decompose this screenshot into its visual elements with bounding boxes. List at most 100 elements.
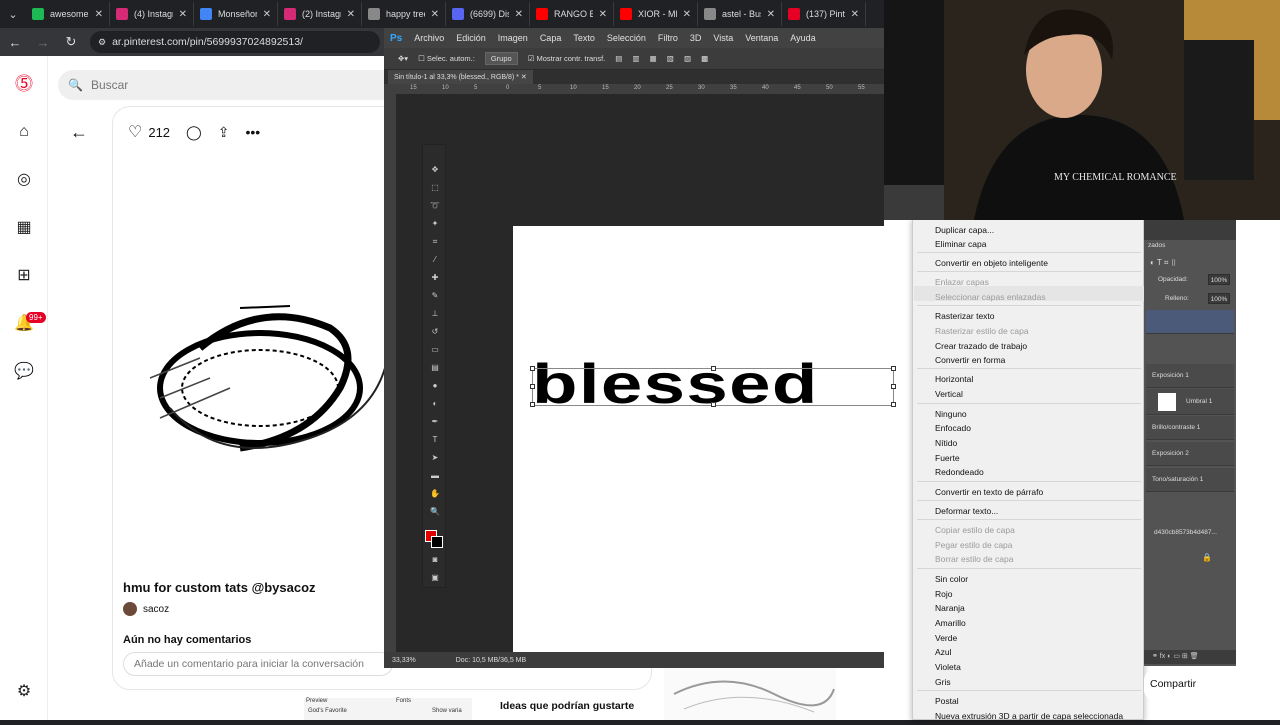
ps-menu-item[interactable]: Capa bbox=[540, 33, 562, 43]
browser-tab[interactable]: (6699) Disc ✕ bbox=[446, 2, 530, 26]
heart-icon[interactable]: ♡ bbox=[128, 122, 142, 142]
context-menu-item[interactable]: Amarillo bbox=[935, 618, 966, 628]
quick-mask-icon[interactable]: ◙ bbox=[429, 555, 441, 565]
context-menu-item[interactable]: Vertical bbox=[935, 389, 963, 399]
transform-box[interactable] bbox=[532, 368, 894, 406]
tab-close-icon[interactable]: ✕ bbox=[431, 9, 439, 20]
eyedropper-tool-icon[interactable]: ⁄ bbox=[429, 255, 441, 265]
filter-icons[interactable]: ◐ T ⌗ ▯ bbox=[1150, 258, 1177, 268]
context-menu-item[interactable]: Rasterizar texto bbox=[935, 311, 995, 321]
crop-tool-icon[interactable]: ⌗ bbox=[429, 237, 441, 247]
pin-author[interactable]: sacoz bbox=[123, 602, 169, 616]
auto-select-checkbox[interactable]: ☐ Selec. autom.: bbox=[418, 54, 475, 63]
context-menu-item[interactable]: Naranja bbox=[935, 603, 965, 613]
create-icon[interactable]: ⊞ bbox=[14, 266, 34, 286]
boards-icon[interactable]: ▦ bbox=[14, 218, 34, 238]
related-pin-preview[interactable]: Preview Fonts God's Favorite Show varia bbox=[304, 698, 472, 720]
tab-close-icon[interactable]: ✕ bbox=[347, 9, 355, 20]
ps-menu-item[interactable]: Imagen bbox=[498, 33, 528, 43]
comment-icon[interactable]: ◯ bbox=[186, 124, 202, 141]
address-bar[interactable]: ⚙ ar.pinterest.com/pin/5699937024892513/ bbox=[90, 31, 380, 53]
zoom-tool-icon[interactable]: 🔍 bbox=[429, 507, 441, 517]
context-menu-item[interactable]: Gris bbox=[935, 677, 951, 687]
tab-close-icon[interactable]: ✕ bbox=[95, 9, 103, 20]
auto-select-dropdown[interactable]: Grupo bbox=[484, 52, 518, 65]
context-menu-item[interactable]: Nítido bbox=[935, 438, 957, 448]
share-icon[interactable]: ⇪ bbox=[218, 124, 230, 141]
context-menu-item[interactable]: Horizontal bbox=[935, 374, 973, 384]
gradient-tool-icon[interactable]: ▤ bbox=[429, 363, 441, 373]
browser-tab[interactable]: Monseñor ✕ bbox=[194, 2, 278, 26]
context-menu-item[interactable]: Postal bbox=[935, 696, 959, 706]
add-comment-input[interactable]: Añade un comentario para iniciar la conv… bbox=[123, 652, 393, 676]
context-menu-item[interactable]: Ninguno bbox=[935, 409, 967, 419]
browser-tab[interactable]: (4) Instagr ✕ bbox=[110, 2, 194, 26]
context-menu-item[interactable]: Violeta bbox=[935, 662, 961, 672]
tab-close-icon[interactable]: ✕ bbox=[851, 9, 859, 20]
layer-row[interactable]: Tono/saturación 1 bbox=[1146, 468, 1234, 492]
tab-close-icon[interactable]: ✕ bbox=[263, 9, 271, 20]
settings-icon[interactable]: ⚙ bbox=[14, 682, 34, 702]
magic-wand-tool-icon[interactable]: ✦ bbox=[429, 219, 441, 229]
back-arrow-icon[interactable]: ← bbox=[70, 122, 88, 143]
pin-image[interactable] bbox=[140, 288, 390, 498]
tab-close-icon[interactable]: ✕ bbox=[599, 9, 607, 20]
tab-close-icon[interactable]: ✕ bbox=[515, 9, 523, 20]
show-transform-checkbox[interactable]: ☑ Mostrar contr. transf. bbox=[528, 54, 606, 63]
context-menu-item[interactable]: Enfocado bbox=[935, 423, 971, 433]
layer-row[interactable]: Exposición 2 bbox=[1146, 442, 1234, 466]
context-menu-item[interactable]: Redondeado bbox=[935, 467, 984, 477]
layer-row-selected[interactable] bbox=[1146, 310, 1234, 334]
transform-handle-ml[interactable] bbox=[530, 384, 535, 389]
share-popover[interactable]: Compartir bbox=[1144, 670, 1254, 700]
shape-tool-icon[interactable]: ▬ bbox=[429, 471, 441, 481]
background-color-swatch[interactable] bbox=[431, 536, 443, 548]
forward-button[interactable]: → bbox=[34, 35, 52, 50]
browser-tab[interactable]: happy tree ✕ bbox=[362, 2, 446, 26]
context-menu-item[interactable]: Convertir en forma bbox=[935, 355, 1005, 365]
explore-icon[interactable]: ◎ bbox=[14, 170, 34, 190]
transform-handle-bm[interactable] bbox=[711, 402, 716, 407]
tab-close-icon[interactable]: ✕ bbox=[767, 9, 775, 20]
move-tool-icon[interactable]: ✥ bbox=[429, 165, 441, 175]
document-canvas[interactable] bbox=[513, 226, 896, 654]
related-pin-thumb[interactable] bbox=[664, 664, 836, 720]
transform-handle-mr[interactable] bbox=[891, 384, 896, 389]
ps-menu-item[interactable]: Selección bbox=[607, 33, 646, 43]
ps-menu-item[interactable]: 3D bbox=[690, 33, 702, 43]
browser-tab[interactable]: RANGO B ✕ bbox=[530, 2, 614, 26]
pinterest-logo-icon[interactable]: ⓹ bbox=[14, 74, 34, 94]
screen-mode-icon[interactable]: ▣ bbox=[429, 573, 441, 583]
context-menu-item[interactable]: Convertir en objeto inteligente bbox=[935, 258, 1048, 268]
fill-field[interactable]: 100% bbox=[1208, 293, 1230, 304]
dodge-tool-icon[interactable]: ◐ bbox=[429, 399, 441, 409]
context-menu-item[interactable]: Crear trazado de trabajo bbox=[935, 341, 1027, 351]
stamp-tool-icon[interactable]: ⊥ bbox=[429, 309, 441, 319]
more-icon[interactable]: ••• bbox=[245, 124, 260, 140]
context-menu-item[interactable]: Verde bbox=[935, 633, 957, 643]
browser-tab[interactable]: XIOR - ME ✕ bbox=[614, 2, 698, 26]
context-menu-item[interactable]: Sin color bbox=[935, 574, 968, 584]
author-name[interactable]: sacoz bbox=[143, 604, 169, 615]
eraser-tool-icon[interactable]: ▭ bbox=[429, 345, 441, 355]
context-menu-item[interactable]: Eliminar capa bbox=[935, 239, 987, 249]
context-menu-item[interactable]: Fuerte bbox=[935, 453, 960, 463]
transform-handle-tr[interactable] bbox=[891, 366, 896, 371]
browser-tab[interactable]: astel - Bus ✕ bbox=[698, 2, 782, 26]
transform-handle-br[interactable] bbox=[891, 402, 896, 407]
ps-menu-item[interactable]: Vista bbox=[713, 33, 733, 43]
search-input[interactable]: 🔍 Buscar bbox=[58, 70, 398, 100]
transform-handle-bl[interactable] bbox=[530, 402, 535, 407]
layers-tab-label[interactable]: zados bbox=[1148, 242, 1165, 249]
tab-search-button[interactable]: ⌄ bbox=[0, 0, 26, 28]
ps-menu-item[interactable]: Ventana bbox=[745, 33, 778, 43]
back-button[interactable]: ← bbox=[6, 35, 24, 50]
layer-row[interactable]: Brillo/contraste 1 bbox=[1146, 416, 1234, 440]
context-menu-item[interactable]: Azul bbox=[935, 647, 952, 657]
ps-menu-item[interactable]: Edición bbox=[456, 33, 486, 43]
zoom-level[interactable]: 33,33% bbox=[392, 657, 416, 664]
align-icons[interactable]: ▤ ▥ ▦ ▧ ▨ ▩ bbox=[615, 54, 712, 63]
reload-button[interactable]: ↻ bbox=[62, 34, 80, 50]
site-info-icon[interactable]: ⚙ bbox=[98, 37, 106, 48]
transform-handle-tl[interactable] bbox=[530, 366, 535, 371]
